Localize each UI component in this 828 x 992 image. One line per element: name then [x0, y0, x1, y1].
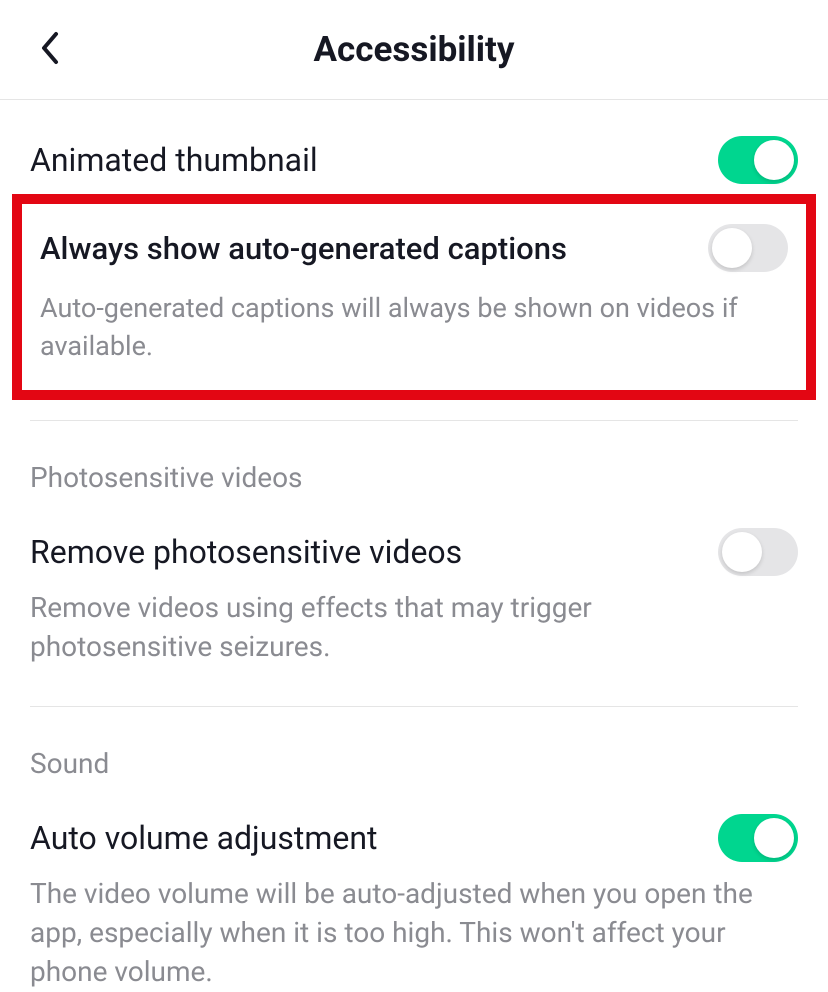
sound-section-header: Sound	[0, 715, 828, 796]
remove-photosensitive-description: Remove videos using effects that may tri…	[30, 588, 798, 666]
toggle-knob	[754, 140, 794, 180]
auto-volume-toggle[interactable]	[718, 814, 798, 862]
setting-remove-photosensitive: Remove photosensitive videos Remove vide…	[0, 510, 828, 666]
photosensitive-section-header: Photosensitive videos	[0, 429, 828, 510]
remove-photosensitive-label: Remove photosensitive videos	[30, 533, 462, 571]
page-title: Accessibility	[313, 29, 514, 70]
setting-animated-thumbnail: Animated thumbnail	[0, 100, 828, 184]
auto-volume-label: Auto volume adjustment	[30, 819, 378, 857]
chevron-left-icon	[38, 30, 62, 66]
auto-captions-description: Auto-generated captions will always be s…	[40, 290, 788, 366]
remove-photosensitive-toggle[interactable]	[718, 528, 798, 576]
page-header: Accessibility	[0, 0, 828, 100]
auto-captions-toggle[interactable]	[708, 224, 788, 272]
auto-volume-description: The video volume will be auto-adjusted w…	[30, 874, 798, 992]
toggle-knob	[712, 228, 752, 268]
settings-content: Animated thumbnail Always show auto-gene…	[0, 100, 828, 992]
divider	[30, 706, 798, 707]
auto-captions-label: Always show auto-generated captions	[40, 230, 567, 267]
back-button[interactable]	[30, 22, 70, 78]
toggle-knob	[722, 532, 762, 572]
setting-auto-captions-highlighted: Always show auto-generated captions Auto…	[12, 194, 816, 400]
animated-thumbnail-label: Animated thumbnail	[30, 141, 318, 179]
divider	[30, 420, 798, 421]
animated-thumbnail-toggle[interactable]	[718, 136, 798, 184]
toggle-knob	[754, 818, 794, 858]
setting-auto-volume: Auto volume adjustment The video volume …	[0, 796, 828, 992]
